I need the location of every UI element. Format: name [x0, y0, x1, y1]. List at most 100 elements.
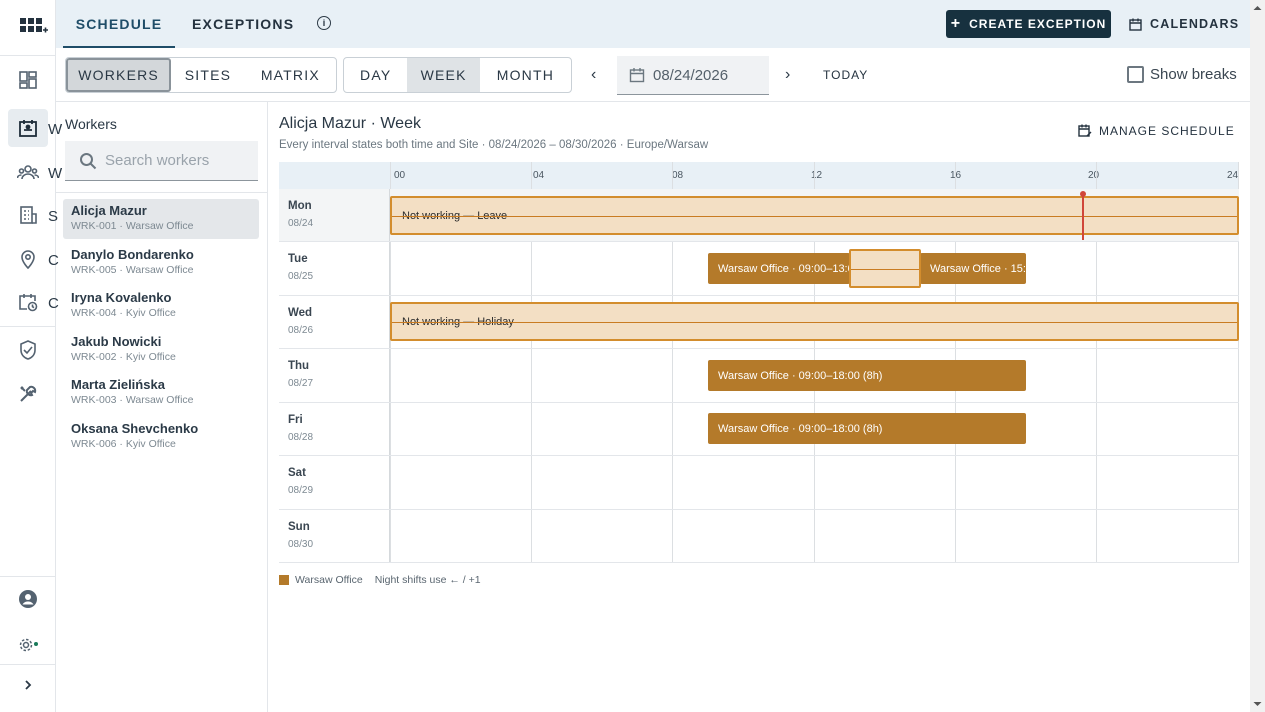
time-tick: 08: [672, 170, 684, 181]
worker-meta: WRK-004 · Kyiv Office: [71, 307, 176, 319]
worker-item[interactable]: Iryna Kovalenko WRK-004 · Kyiv Office: [63, 286, 259, 326]
view-matrix-button[interactable]: MATRIX: [245, 58, 336, 92]
leave-interval[interactable]: Not working — Leave: [390, 196, 1239, 235]
worker-name: Iryna Kovalenko: [71, 290, 172, 305]
create-exception-label: CREATE EXCEPTION: [969, 17, 1107, 31]
day-date: 08/27: [288, 378, 314, 389]
next-week-icon[interactable]: ›: [785, 66, 790, 84]
now-marker-line: [1082, 194, 1084, 240]
toolbar: WORKERS SITES MATRIX DAY WEEK MONTH ‹ 08…: [56, 48, 1250, 102]
range-toggle: DAY WEEK MONTH: [343, 57, 572, 93]
info-icon[interactable]: i: [317, 16, 331, 30]
worker-name: Marta Zielińska: [71, 377, 165, 392]
legend-site: Warsaw Office: [295, 574, 363, 586]
view-workers-button[interactable]: WORKERS: [66, 58, 172, 92]
break-interval[interactable]: [849, 249, 921, 288]
worker-item[interactable]: Marta Zielińska WRK-003 · Warsaw Office: [63, 373, 259, 413]
create-exception-button[interactable]: + CREATE EXCEPTION: [946, 10, 1111, 38]
scroll-down-icon[interactable]: [1250, 698, 1265, 710]
app: W W S C C SCHEDULE EXCEPTIONS i + CREATE…: [0, 0, 1265, 712]
show-breaks-toggle[interactable]: Show breaks: [1127, 66, 1237, 83]
workers-group-icon[interactable]: [8, 153, 48, 191]
day-name: Tue: [288, 253, 308, 265]
day-date: 08/29: [288, 485, 314, 496]
worker-item[interactable]: Danylo Bondarenko WRK-005 · Warsaw Offic…: [63, 243, 259, 283]
day-row-wed: Wed 08/26 Not working — Holiday: [279, 296, 1239, 349]
range-month-button[interactable]: MONTH: [480, 58, 571, 92]
worker-item[interactable]: Oksana Shevchenko WRK-006 · Kyiv Office: [63, 417, 259, 457]
day-name: Sun: [288, 521, 310, 533]
range-week-button[interactable]: WEEK: [407, 58, 480, 92]
day-date: 08/24: [288, 218, 314, 229]
day-label: Tue 08/25: [279, 242, 390, 295]
previous-week-icon[interactable]: ‹: [591, 66, 596, 84]
day-label: Wed 08/26: [279, 296, 390, 348]
worker-name: Danylo Bondarenko: [71, 247, 194, 262]
day-name: Mon: [288, 200, 312, 212]
worker-name: Oksana Shevchenko: [71, 421, 199, 436]
sites-building-icon[interactable]: [8, 196, 48, 234]
page-scrollbar[interactable]: [1250, 0, 1265, 712]
worker-meta: WRK-006 · Kyiv Office: [71, 438, 176, 450]
day-name: Sat: [288, 467, 306, 479]
tab-exceptions[interactable]: EXCEPTIONS: [192, 0, 294, 48]
apps-grid-icon[interactable]: [20, 16, 48, 36]
day-name: Wed: [288, 307, 313, 319]
calendar-icon: [1129, 18, 1142, 31]
time-tick: 00: [394, 170, 406, 181]
left-rail: W W S C C: [0, 0, 62, 712]
location-pin-icon[interactable]: [8, 240, 48, 278]
shield-icon[interactable]: [8, 331, 48, 369]
today-button[interactable]: TODAY: [823, 68, 868, 82]
shift-interval[interactable]: Warsaw Office · 09:00–18:00 (8h): [708, 360, 1026, 391]
time-tick: 04: [533, 170, 545, 181]
account-icon[interactable]: [8, 580, 48, 618]
holiday-interval[interactable]: Not working — Holiday: [390, 302, 1239, 341]
search-workers-placeholder: Search workers: [105, 152, 210, 169]
manage-schedule-button[interactable]: MANAGE SCHEDULE: [1078, 124, 1235, 138]
shift-interval[interactable]: Warsaw Office · 09:00–13:00: [708, 253, 850, 284]
day-date: 08/26: [288, 325, 314, 336]
day-label: Thu 08/27: [279, 349, 390, 402]
workers-panel: Workers Search workers Alicja Mazur WRK-…: [56, 102, 268, 712]
day-name: Fri: [288, 414, 303, 426]
search-icon: [80, 152, 97, 169]
tools-icon[interactable]: [8, 375, 48, 413]
legend-note: Night shifts use ← / +1: [374, 574, 481, 586]
day-date: 08/25: [288, 271, 314, 282]
settings-gear-icon[interactable]: [8, 626, 48, 664]
calendar-clock-icon[interactable]: [8, 283, 48, 321]
show-breaks-checkbox[interactable]: [1127, 66, 1144, 83]
tab-schedule[interactable]: SCHEDULE: [63, 0, 175, 48]
legend-swatch: [279, 575, 289, 585]
worker-name: Alicja Mazur: [71, 203, 147, 218]
expand-chevron-icon[interactable]: [8, 666, 48, 704]
workers-heading: Workers: [65, 116, 117, 132]
day-row-sun: Sun 08/30: [279, 510, 1239, 563]
scroll-up-icon[interactable]: [1250, 2, 1265, 14]
schedule-calendar-icon[interactable]: [8, 109, 48, 147]
view-mode-toggle: WORKERS SITES MATRIX: [65, 57, 337, 93]
time-axis-header: 00 04 08 12 16 20 24: [279, 162, 1239, 189]
view-sites-button[interactable]: SITES: [171, 58, 244, 92]
date-picker[interactable]: 08/24/2026: [617, 56, 769, 95]
worker-item[interactable]: Alicja Mazur WRK-001 · Warsaw Office: [63, 199, 259, 239]
time-tick: 20: [1088, 170, 1100, 181]
shift-interval[interactable]: Warsaw Office · 15:00: [920, 253, 1026, 284]
day-label: Fri 08/28: [279, 403, 390, 455]
worker-meta: WRK-002 · Kyiv Office: [71, 351, 176, 363]
shift-interval[interactable]: Warsaw Office · 09:00–18:00 (8h): [708, 413, 1026, 444]
range-day-button[interactable]: DAY: [344, 58, 407, 92]
search-workers-field[interactable]: Search workers: [65, 141, 258, 181]
time-tick: 12: [811, 170, 823, 181]
legend: Warsaw Office Night shifts use ← / +1: [279, 574, 481, 586]
day-row-sat: Sat 08/29: [279, 456, 1239, 510]
time-tick: 24: [1227, 170, 1239, 181]
calendars-button[interactable]: CALENDARS: [1129, 10, 1239, 38]
schedule-subtitle: Every interval states both time and Site…: [279, 139, 709, 151]
date-value: 08/24/2026: [653, 66, 729, 84]
day-label: Sun 08/30: [279, 510, 390, 562]
dashboard-icon[interactable]: [8, 61, 48, 99]
schedule-panel: Alicja Mazur · Week Every interval state…: [268, 102, 1250, 712]
worker-item[interactable]: Jakub Nowicki WRK-002 · Kyiv Office: [63, 330, 259, 370]
